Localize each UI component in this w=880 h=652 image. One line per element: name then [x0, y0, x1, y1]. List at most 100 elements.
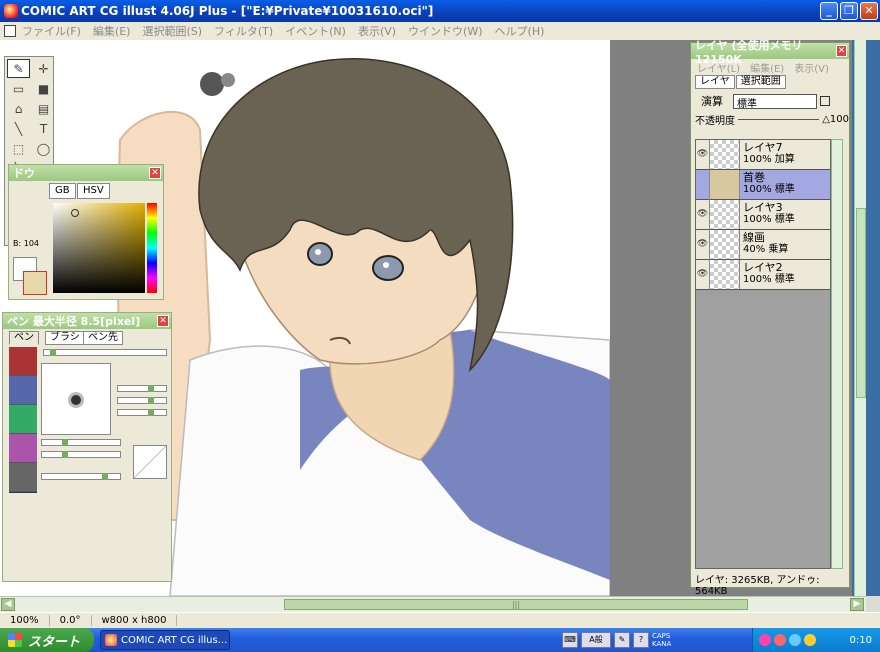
menu-event[interactable]: イベント(N) — [285, 23, 346, 39]
select-rect-tool[interactable]: ⬚ — [7, 139, 30, 158]
clock[interactable]: 0:10 — [850, 635, 872, 646]
opacity-slider[interactable] — [738, 119, 820, 120]
layer-info: 40% 乗算 — [743, 244, 789, 255]
layer-name: 線画 — [743, 231, 765, 244]
color-window-title: ドウ — [13, 167, 35, 180]
pen-window-close-icon[interactable]: ✕ — [157, 315, 169, 327]
color-cursor[interactable] — [71, 209, 79, 217]
scroll-left-button[interactable]: ◀ — [1, 598, 15, 611]
pen-preset-3[interactable] — [9, 405, 37, 434]
tray-icon-1[interactable] — [759, 634, 771, 646]
restore-button[interactable]: ❐ — [840, 2, 858, 20]
layer-menu-view[interactable]: 表示(V) — [794, 60, 829, 75]
pen-slider-2[interactable] — [117, 397, 167, 404]
horizontal-scrollbar[interactable]: ◀ ||| ▶ — [0, 596, 866, 612]
color-window-header[interactable]: ドウ ✕ — [9, 165, 163, 181]
app-task-icon — [105, 634, 117, 646]
layer-thumbnail — [710, 230, 740, 259]
blend-mode-select[interactable]: 標準 — [733, 93, 817, 110]
document-icon[interactable] — [4, 25, 16, 37]
layer-info: 100% 標準 — [743, 274, 795, 285]
menu-filter[interactable]: フィルタ(T) — [214, 23, 273, 39]
gradient-tool[interactable]: ▤ — [32, 99, 55, 118]
menu-help[interactable]: ヘルプ(H) — [495, 23, 545, 39]
pen-preset-1[interactable] — [9, 347, 37, 376]
layer-row[interactable]: 👁 線画 40% 乗算 — [696, 230, 830, 260]
help-icon[interactable]: ? — [633, 632, 649, 648]
menu-view[interactable]: 表示(V) — [358, 23, 396, 39]
pen-slider-6[interactable] — [41, 473, 121, 480]
start-button[interactable]: スタート — [0, 628, 94, 652]
tab-pen[interactable]: ペン — [9, 331, 39, 345]
pen-preset-2[interactable] — [9, 376, 37, 405]
layer-row[interactable]: 👁 レイヤ2 100% 標準 — [696, 260, 830, 290]
layer-info: 100% 標準 — [743, 214, 795, 225]
pen-tool[interactable]: ✎ — [7, 59, 30, 78]
ime-tool-icon[interactable]: ✎ — [614, 632, 630, 648]
app-icon[interactable] — [4, 4, 18, 18]
eye-icon[interactable]: 👁 — [696, 230, 710, 260]
rect-tool[interactable]: ▭ — [7, 79, 30, 98]
tab-layer[interactable]: レイヤ — [695, 75, 735, 89]
eye-icon[interactable] — [696, 170, 710, 200]
eye-icon[interactable]: 👁 — [696, 200, 710, 230]
zoom-readout: 100% — [0, 615, 50, 626]
layer-window-header[interactable]: レイヤ (全使用メモリ 12150K ✕ — [691, 39, 849, 66]
vertical-scrollbar[interactable] — [854, 40, 866, 596]
color-window-close-icon[interactable]: ✕ — [149, 167, 161, 179]
pen-slider-5[interactable] — [41, 451, 121, 458]
tray-icon-4[interactable] — [804, 634, 816, 646]
tab-rgb[interactable]: GB — [49, 183, 76, 199]
layer-row[interactable]: 首巻 100% 標準 — [696, 170, 830, 200]
move-tool[interactable]: ✛ — [32, 59, 55, 78]
minimize-button[interactable]: _ — [820, 2, 838, 20]
blend-label: 演算 — [701, 95, 723, 108]
tab-hsv[interactable]: HSV — [77, 183, 110, 199]
saturation-value-picker[interactable] — [53, 203, 145, 293]
vertical-scroll-thumb[interactable] — [856, 208, 866, 398]
tray-icon-2[interactable] — [774, 634, 786, 646]
menu-selection[interactable]: 選択範囲(S) — [142, 23, 202, 39]
tab-pen-tip[interactable]: ペン先 — [83, 331, 123, 345]
foreground-color-swatch[interactable] — [23, 271, 47, 295]
text-tool[interactable]: T — [32, 119, 55, 138]
menu-file[interactable]: ファイル(F) — [22, 23, 81, 39]
layer-row[interactable]: 👁 レイヤ3 100% 標準 — [696, 200, 830, 230]
layer-window-close-icon[interactable]: ✕ — [836, 45, 847, 57]
line-tool[interactable]: ╲ — [7, 119, 30, 138]
pen-preset-5[interactable] — [9, 463, 37, 492]
tray-icon-3[interactable] — [789, 634, 801, 646]
pen-preset-4[interactable] — [9, 434, 37, 463]
scroll-right-button[interactable]: ▶ — [850, 598, 864, 611]
pen-window-header[interactable]: ペン 最大半径 8.5[pixel] ✕ — [3, 313, 171, 329]
tab-brush[interactable]: ブラシ — [45, 331, 85, 345]
pen-slider-4[interactable] — [41, 439, 121, 446]
layer-row[interactable]: 👁 レイヤ7 100% 加算 — [696, 140, 830, 170]
pressure-curve[interactable] — [133, 445, 167, 479]
tab-selection[interactable]: 選択範囲 — [735, 75, 786, 89]
taskbar-app-button[interactable]: COMIC ART CG illus... — [100, 630, 230, 650]
fill-rect-tool[interactable]: ■ — [32, 79, 55, 98]
layer-thumbnail — [710, 140, 740, 169]
eye-icon[interactable]: 👁 — [696, 140, 710, 170]
menu-edit[interactable]: 編集(E) — [93, 23, 131, 39]
start-label: スタート — [28, 634, 81, 650]
close-button[interactable]: ✕ — [860, 2, 878, 20]
menu-window[interactable]: ウインドウ(W) — [408, 23, 482, 39]
pen-size-slider[interactable] — [43, 349, 167, 356]
ime-bar: ⌨ A般 ✎ ? CAPS KANA — [562, 630, 752, 650]
pen-slider-1[interactable] — [117, 385, 167, 392]
select-lasso-tool[interactable]: ◯ — [32, 139, 55, 158]
layer-memory-status: レイヤ: 3265KB, アンドゥ: 564KB — [695, 575, 820, 597]
horizontal-scroll-thumb[interactable]: ||| — [284, 599, 748, 610]
lock-icon[interactable] — [820, 96, 830, 106]
pen-slider-3[interactable] — [117, 409, 167, 416]
layer-menu-layer[interactable]: レイヤ(L) — [697, 60, 740, 75]
layer-scrollbar[interactable] — [831, 139, 843, 569]
ime-mode-button[interactable]: A般 — [581, 632, 611, 648]
eye-icon[interactable]: 👁 — [696, 260, 710, 290]
hue-slider[interactable] — [147, 203, 157, 293]
keyboard-icon[interactable]: ⌨ — [562, 632, 578, 648]
layer-menu-edit[interactable]: 編集(E) — [750, 60, 784, 75]
bucket-tool[interactable]: ⌂ — [7, 99, 30, 118]
